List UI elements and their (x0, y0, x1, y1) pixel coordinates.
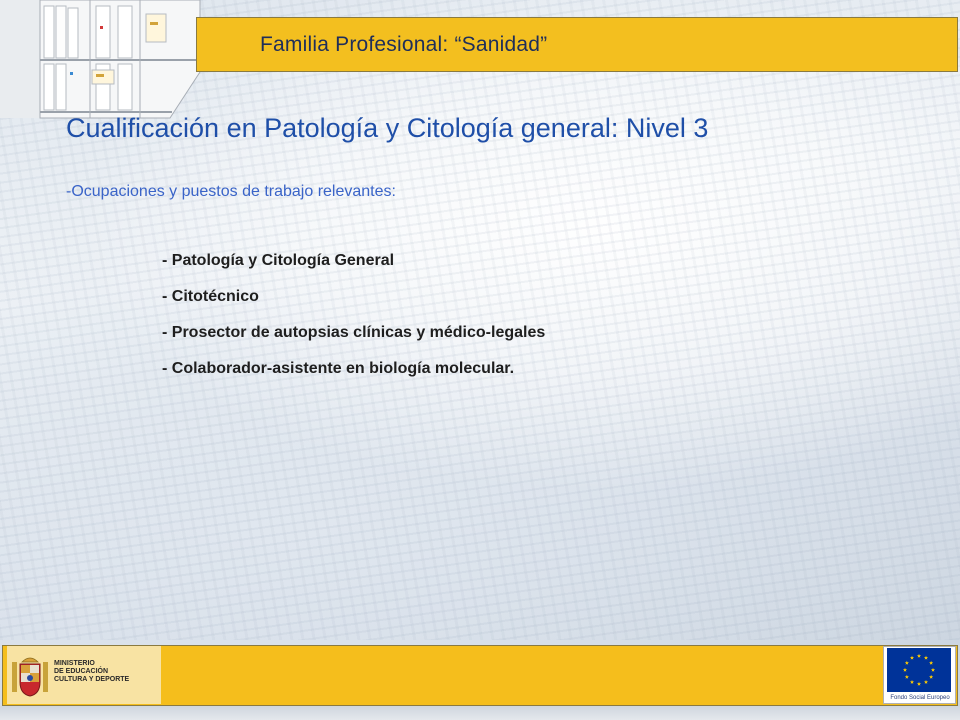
occupation-list: - Patología y Citología General - Citoté… (162, 250, 545, 394)
ministry-line: CULTURA Y DEPORTE (54, 676, 130, 683)
eu-caption: Fondo Social Europeo (890, 695, 950, 701)
section-subtitle: -Ocupaciones y puestos de trabajo releva… (66, 183, 396, 200)
list-item: - Colaborador-asistente en biología mole… (162, 360, 515, 377)
bookshelf-icon (0, 0, 201, 119)
eu-flag-icon (887, 648, 951, 692)
list-item: - Citotécnico (162, 288, 259, 305)
header-title: Familia Profesional: “Sanidad” (260, 33, 548, 56)
slide: Familia Profesional: “Sanidad” Cualifica… (0, 0, 960, 720)
list-item: - Prosector de autopsias clínicas y médi… (162, 324, 546, 341)
ministry-line: DE EDUCACIÓN (54, 668, 109, 675)
ministry-name: MINISTERIO DE EDUCACIÓN CULTURA Y DEPORT… (54, 660, 154, 684)
page-title: Cualificación en Patología y Citología g… (66, 113, 709, 143)
list-item: - Patología y Citología General (162, 252, 395, 269)
footer-strip (0, 706, 960, 720)
ministry-line: MINISTERIO (54, 660, 95, 667)
coat-of-arms-icon (12, 657, 48, 697)
